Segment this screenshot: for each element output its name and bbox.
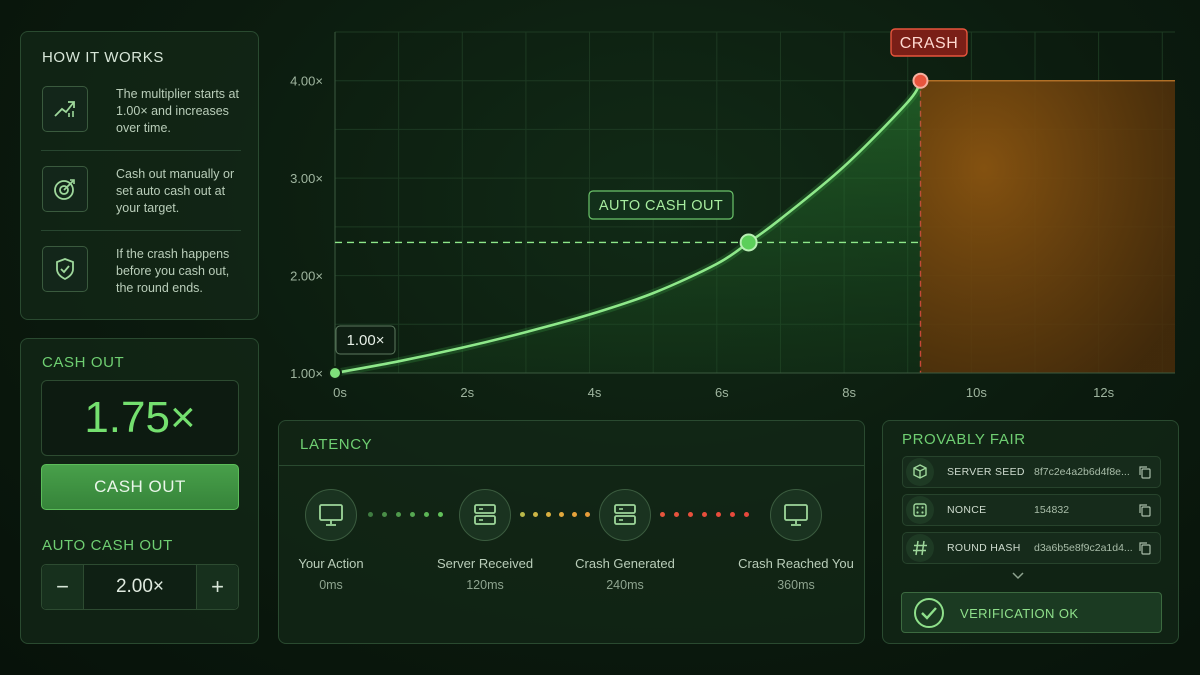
x-tick-label: 0s [333, 385, 347, 400]
auto-cash-out-value[interactable]: 2.00× [84, 565, 196, 609]
x-tick-label: 8s [842, 385, 856, 400]
latency-dot [410, 512, 415, 517]
how-it-works-panel: HOW IT WORKS The multiplier starts at 1.… [20, 31, 259, 320]
row-key: ROUND HASH [947, 542, 1021, 554]
x-tick-label: 10s [966, 385, 987, 400]
increment-button[interactable]: + [196, 565, 238, 609]
auto-cash-out-label: AUTO CASH OUT [42, 537, 173, 554]
divider [41, 150, 241, 151]
server-icon [459, 489, 511, 541]
nonce-row: NONCE 154832 [902, 494, 1161, 526]
monitor-icon [305, 489, 357, 541]
x-tick-label: 6s [715, 385, 729, 400]
latency-panel: LATENCY Your Action 0ms Server Received … [278, 420, 865, 644]
latency-dot [674, 512, 679, 517]
latency-label: Crash Generated [575, 556, 675, 571]
cash-out-label: CASH OUT [42, 354, 125, 371]
row-value: d3a6b5e8f9c2a1d4... [1034, 542, 1133, 554]
step-text: The multiplier starts at 1.00× and incre… [116, 87, 239, 135]
latency-dot [438, 512, 443, 517]
latency-ms: 360ms [777, 578, 815, 592]
cash-out-panel: CASH OUT 1.75× CASH OUT AUTO CASH OUT − … [20, 338, 259, 644]
y-tick-label: 1.00× [290, 366, 323, 381]
crash-point [912, 72, 929, 89]
latency-dot [585, 512, 590, 517]
copy-icon[interactable] [1138, 541, 1152, 555]
auto-cash-out-point [739, 233, 758, 252]
row-value: 154832 [1034, 504, 1070, 516]
latency-dot [368, 512, 373, 517]
decrement-button[interactable]: − [42, 565, 84, 609]
divider [279, 465, 864, 466]
row-key: NONCE [947, 504, 987, 516]
auto-cash-out-stepper: − 2.00× + [41, 564, 239, 610]
dice-icon [906, 496, 934, 524]
latency-dot [688, 512, 693, 517]
x-tick-label: 4s [588, 385, 602, 400]
step-crash: If the crash happens before you cash out… [41, 246, 241, 316]
provably-fair-title: PROVABLY FAIR [902, 431, 1026, 448]
copy-icon[interactable] [1138, 503, 1152, 517]
cash-out-button[interactable]: CASH OUT [41, 464, 239, 510]
chevron-down-icon[interactable] [1011, 571, 1025, 581]
hash-icon [906, 534, 934, 562]
row-key: SERVER SEED [947, 466, 1025, 478]
step-text: Cash out manually or set auto cash out a… [116, 167, 235, 215]
latency-title: LATENCY [300, 436, 373, 453]
cube-icon [906, 458, 934, 486]
y-tick-label: 3.00× [290, 171, 323, 186]
provably-fair-panel: PROVABLY FAIR SERVER SEED 8f7c2e4a2b6d4f… [882, 420, 1179, 644]
latency-dot [424, 512, 429, 517]
latency-dot [716, 512, 721, 517]
row-value: 8f7c2e4a2b6d4f8e... [1034, 466, 1130, 478]
server-icon [599, 489, 651, 541]
server-seed-row: SERVER SEED 8f7c2e4a2b6d4f8e... [902, 456, 1161, 488]
start-label: 1.00× [347, 332, 385, 349]
latency-dot [572, 512, 577, 517]
how-it-works-title: HOW IT WORKS [42, 49, 164, 66]
x-tick-label: 2s [460, 385, 474, 400]
x-tick-label: 12s [1093, 385, 1114, 400]
round-hash-row: ROUND HASH d3a6b5e8f9c2a1d4... [902, 532, 1161, 564]
latency-ms: 240ms [606, 578, 644, 592]
latency-dot [559, 512, 564, 517]
latency-label: Server Received [436, 556, 534, 571]
check-circle-icon [914, 598, 944, 628]
multiplier-chart: 0s 2s 4s 6s 8s 10s 12s 1.00× 2.00× 3.00× 4.00× 1.00… [290, 28, 1175, 400]
latency-dot [382, 512, 387, 517]
latency-label: Crash Reached You [738, 556, 854, 571]
y-tick-label: 4.00× [290, 74, 323, 89]
step-text: If the crash happens before you cash out… [116, 247, 230, 295]
latency-ms: 120ms [466, 578, 504, 592]
latency-dot [744, 512, 749, 517]
latency-label: Your Action [298, 556, 364, 571]
trend-up-icon [42, 86, 88, 132]
latency-dot [660, 512, 665, 517]
start-point [328, 366, 342, 380]
shield-check-icon [42, 246, 88, 292]
latency-dot [533, 512, 538, 517]
verification-text: VERIFICATION OK [960, 606, 1079, 621]
latency-ms: 0ms [319, 578, 343, 592]
latency-dot [730, 512, 735, 517]
copy-icon[interactable] [1138, 465, 1152, 479]
latency-dot [520, 512, 525, 517]
latency-dot [702, 512, 707, 517]
latency-dot [396, 512, 401, 517]
step-cash-out: Cash out manually or set auto cash out a… [41, 166, 241, 236]
target-icon [42, 166, 88, 212]
verification-status: VERIFICATION OK [901, 592, 1162, 633]
divider [41, 230, 241, 231]
step-multiplier: The multiplier starts at 1.00× and incre… [41, 86, 241, 156]
current-multiplier-display: 1.75× [41, 380, 239, 456]
y-tick-label: 2.00× [290, 269, 323, 284]
monitor-icon [770, 489, 822, 541]
crash-zone [920, 80, 1175, 373]
latency-dot [546, 512, 551, 517]
crash-label: CRASH [900, 35, 959, 52]
auto-cash-out-label: AUTO CASH OUT [599, 198, 723, 214]
